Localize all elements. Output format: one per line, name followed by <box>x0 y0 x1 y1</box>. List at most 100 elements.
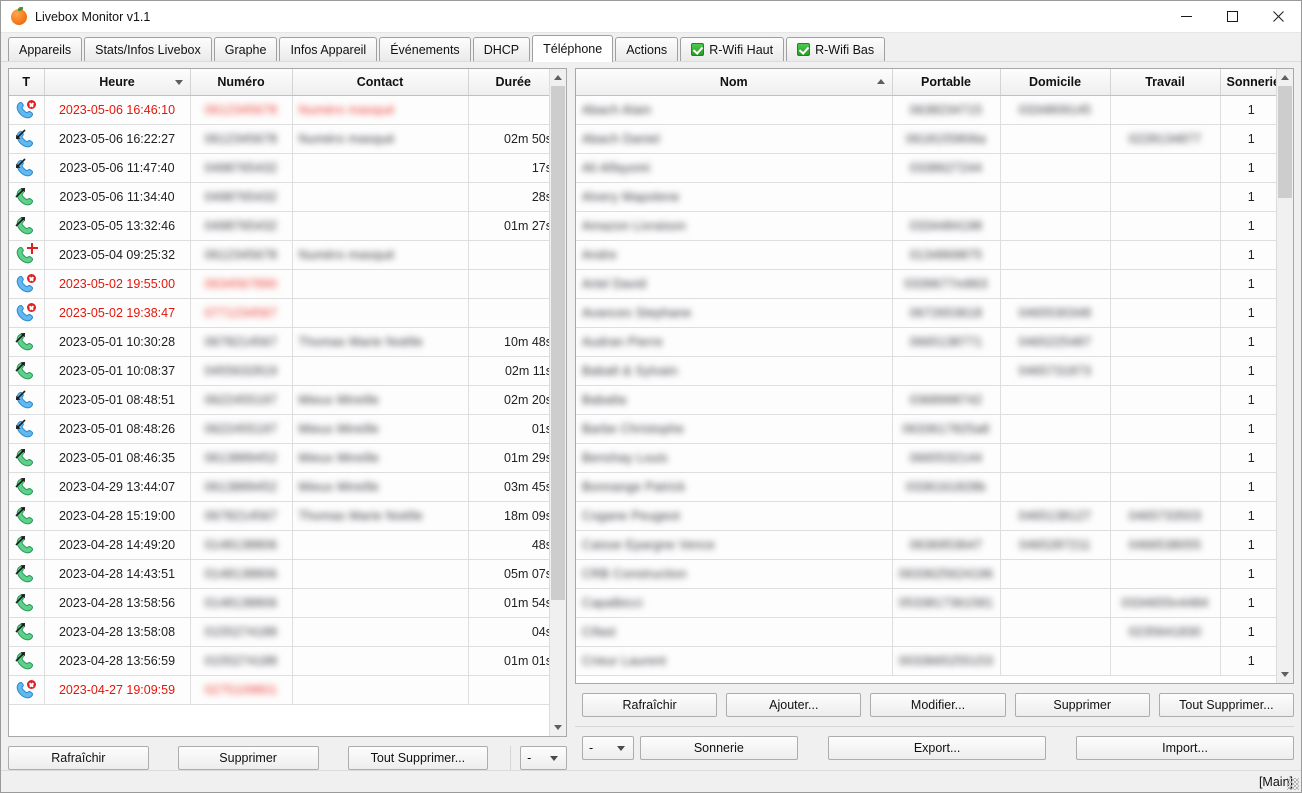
tab-actions[interactable]: Actions <box>615 37 679 61</box>
ringtone-select-combo[interactable]: - <box>582 736 634 760</box>
table-row[interactable]: Benshay Louis 0665532144 1 <box>576 443 1276 473</box>
tab-appareils[interactable]: Appareils <box>8 37 83 61</box>
table-row[interactable]: Capalbicci 0533817361581 0334655n4484 1 <box>576 588 1276 618</box>
call-log-filter-combo[interactable]: - <box>520 746 567 770</box>
delete-call-button[interactable]: Supprimer <box>177 746 319 770</box>
table-row[interactable]: Ali Alfayomi 0338627244 1 <box>576 153 1276 183</box>
refresh-calls-button[interactable]: Rafraîchir <box>8 746 149 770</box>
table-row[interactable]: 2023-04-28 13:58:56 0148138806 01m 54s <box>9 588 549 618</box>
column-header-ring[interactable]: Sonnerie <box>1220 69 1276 96</box>
table-row[interactable]: Artel David 0339677m863 1 <box>576 269 1276 299</box>
tab-dhcp[interactable]: DHCP <box>472 37 531 61</box>
contacts-scrollbar[interactable] <box>1276 69 1293 683</box>
tab-r-wifi-haut[interactable]: R-Wifi Haut <box>680 37 785 61</box>
cell-ring: 1 <box>1220 240 1276 270</box>
column-header-contact[interactable]: Contact <box>292 69 469 96</box>
delete-all-contacts-button[interactable]: Tout Supprimer... <box>1158 693 1295 717</box>
column-header-type[interactable]: T <box>9 69 45 96</box>
table-row[interactable]: 2023-04-27 19:09:59 0275109801 <box>9 675 549 705</box>
table-row[interactable]: 2023-05-01 08:48:26 0622455197 Mieux Mirei… <box>9 414 549 444</box>
main-content: T Heure Numéro Contact Durée 2023-05-06 16:4… <box>1 61 1301 770</box>
table-row[interactable]: CRB Construction 0633625624196 1 <box>576 559 1276 589</box>
table-row[interactable]: 2023-04-28 13:58:08 0155274188 04s <box>9 617 549 647</box>
table-row[interactable]: Babalt & Sylvain 0465731873 1 <box>576 356 1276 386</box>
table-row[interactable]: Abach Alain 0638234715 0334809145 1 <box>576 95 1276 125</box>
redacted-mobile: 0134869875 <box>909 247 983 262</box>
table-row[interactable]: 2023-05-04 09:25:32 0612345678 Numéro masq… <box>9 240 549 270</box>
table-row[interactable]: Crieur Laurent 0033665255153 1 <box>576 646 1276 676</box>
table-row[interactable]: Babalta 0368998742 1 <box>576 385 1276 415</box>
tab-infos-appareil[interactable]: Infos Appareil <box>279 37 378 61</box>
edit-contact-button[interactable]: Modifier... <box>870 693 1006 717</box>
table-row[interactable]: 2023-04-28 14:49:20 0148138806 48s <box>9 530 549 560</box>
table-row[interactable]: Audran Pierre 0665138771 0465225487 1 <box>576 327 1276 357</box>
table-row[interactable]: Caisse Epargne Vence 0636953647 0465287211… <box>576 530 1276 560</box>
table-row[interactable]: 2023-05-06 11:47:40 0498765432 17s <box>9 153 549 183</box>
close-button[interactable] <box>1255 1 1301 32</box>
column-header-work[interactable]: Travail <box>1110 69 1221 96</box>
table-row[interactable]: 2023-05-02 19:55:00 0634567890 <box>9 269 549 299</box>
scroll-up-button[interactable] <box>550 69 566 86</box>
scroll-track[interactable] <box>550 86 566 719</box>
cell-work <box>1110 356 1221 386</box>
table-row[interactable]: 2023-05-06 11:34:40 0498765432 28s <box>9 182 549 212</box>
table-row[interactable]: 2023-05-02 19:38:47 0771234567 <box>9 298 549 328</box>
column-header-duration[interactable]: Durée <box>468 69 549 96</box>
table-row[interactable]: 2023-05-01 10:30:28 0678214567 Thomas Mari… <box>9 327 549 357</box>
table-row[interactable]: 2023-05-06 16:46:10 0612345678 Numéro masq… <box>9 95 549 125</box>
table-row[interactable]: 2023-05-05 13:32:46 0498765432 01m 27s <box>9 211 549 241</box>
tab-graphe[interactable]: Graphe <box>213 37 278 61</box>
cell-mobile: 0633625624196 <box>892 559 1001 589</box>
redacted-work: 0465733503 <box>1128 508 1202 523</box>
scroll-down-button[interactable] <box>1277 666 1293 683</box>
column-header-home[interactable]: Domicile <box>1000 69 1111 96</box>
refresh-contacts-button[interactable]: Rafraîchir <box>582 693 718 717</box>
cell-duration: 02m 20s <box>468 385 549 415</box>
table-row[interactable]: 2023-05-01 08:46:35 0613889452 Mieux Mirei… <box>9 443 549 473</box>
ringtone-button[interactable]: Sonnerie <box>639 736 799 760</box>
cell-name: Ali Alfayomi <box>576 153 893 183</box>
scroll-down-button[interactable] <box>550 719 566 736</box>
column-header-number[interactable]: Numéro <box>190 69 293 96</box>
table-row[interactable]: 2023-04-28 15:19:00 0678214567 Thomas Mari… <box>9 501 549 531</box>
tab-stats-infos-livebox[interactable]: Stats/Infos Livebox <box>84 37 212 61</box>
minimize-button[interactable] <box>1163 1 1209 32</box>
table-row[interactable]: Avances Stephane 0672653618 0465530348 1 <box>576 298 1276 328</box>
tab-r-wifi-bas[interactable]: R-Wifi Bas <box>786 37 886 61</box>
panel-splitter[interactable] <box>567 62 575 770</box>
tab-v-nements[interactable]: Événements <box>379 37 471 61</box>
maximize-button[interactable] <box>1209 1 1255 32</box>
table-row[interactable]: Cogane Peugeot 0465138127 0465733503 1 <box>576 501 1276 531</box>
table-row[interactable]: 2023-04-28 13:56:59 0155274188 01m 01s <box>9 646 549 676</box>
column-header-name[interactable]: Nom <box>576 69 893 96</box>
table-row[interactable]: Andre 0134869875 1 <box>576 240 1276 270</box>
table-row[interactable]: 2023-05-06 16:22:27 0612345678 Numéro masq… <box>9 124 549 154</box>
scroll-thumb[interactable] <box>1278 86 1292 198</box>
scroll-thumb[interactable] <box>551 86 565 600</box>
table-row[interactable]: 2023-05-01 10:08:37 0455632819 02m 11s <box>9 356 549 386</box>
column-header-mobile[interactable]: Portable <box>892 69 1001 96</box>
add-contact-button[interactable]: Ajouter... <box>726 693 862 717</box>
export-contacts-button[interactable]: Export... <box>828 736 1047 760</box>
column-header-time[interactable]: Heure <box>44 69 191 96</box>
table-row[interactable]: Amazon Livraison 0334484198 1 <box>576 211 1276 241</box>
table-row[interactable]: 2023-04-29 13:44:07 0613889452 Mieux Mirei… <box>9 472 549 502</box>
delete-contact-button[interactable]: Supprimer <box>1014 693 1150 717</box>
import-contacts-button[interactable]: Import... <box>1076 736 1294 760</box>
table-row[interactable]: Cifast 0235641830 1 <box>576 617 1276 647</box>
table-row[interactable]: Abach Daniel 0618155806a 0228134877 1 <box>576 124 1276 154</box>
table-row[interactable]: 2023-04-28 14:43:51 0148138806 05m 07s <box>9 559 549 589</box>
arrow-out-icon <box>15 332 26 343</box>
resize-grip-icon[interactable] <box>1287 778 1299 790</box>
tab-t-l-phone[interactable]: Téléphone <box>532 35 614 62</box>
arrow-out-icon <box>15 564 26 575</box>
table-row[interactable]: Barbe Christophe 0633617825a8 1 <box>576 414 1276 444</box>
table-row[interactable]: Bonnange Patrick 0336161828b 1 <box>576 472 1276 502</box>
table-row[interactable]: 2023-05-01 08:48:51 0622455197 Mieux Mirei… <box>9 385 549 415</box>
redacted-name: Alvery Mapolene <box>582 189 680 204</box>
scroll-up-button[interactable] <box>1277 69 1293 86</box>
scroll-track[interactable] <box>1277 86 1293 666</box>
delete-all-calls-button[interactable]: Tout Supprimer... <box>347 746 489 770</box>
call-log-scrollbar[interactable] <box>549 69 566 736</box>
table-row[interactable]: Alvery Mapolene 1 <box>576 182 1276 212</box>
